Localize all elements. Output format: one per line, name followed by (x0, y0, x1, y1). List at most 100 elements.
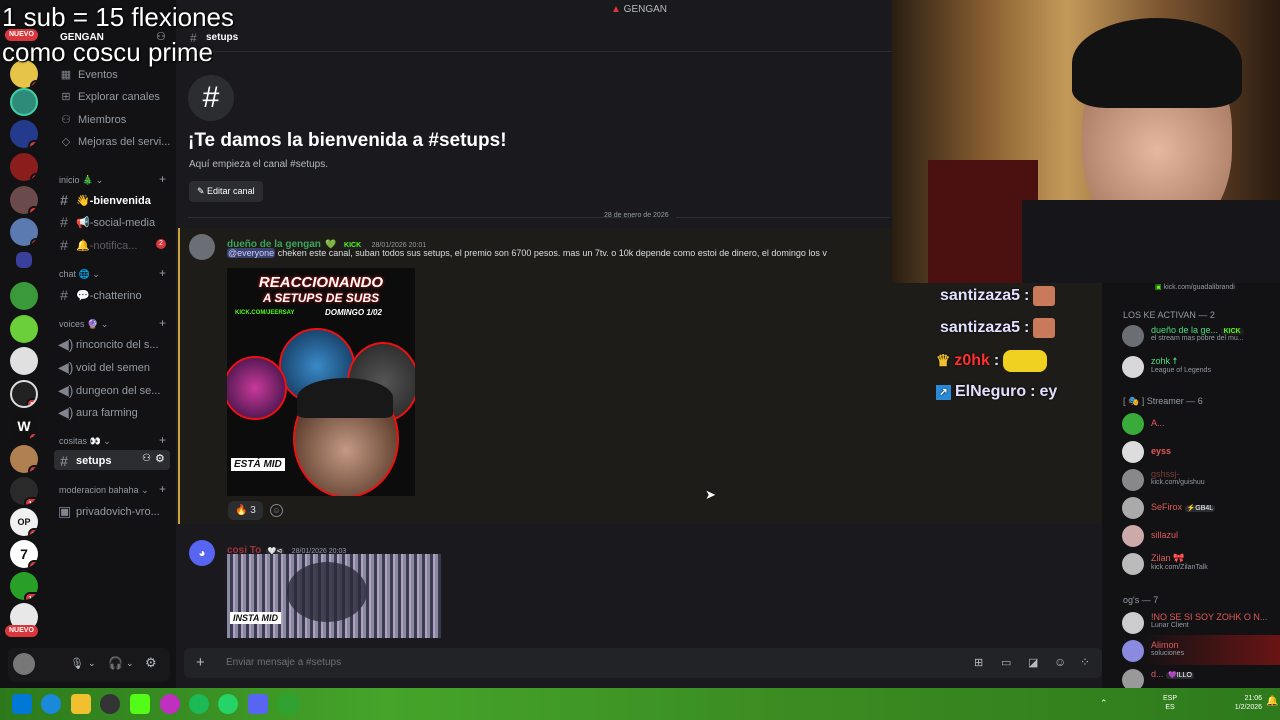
server-icon[interactable]: 100 (10, 477, 38, 505)
streamer-shirt (1022, 200, 1280, 283)
server-icon[interactable]: 2 (10, 153, 38, 181)
server-icon[interactable]: 716 (10, 540, 38, 568)
discord-icon[interactable] (248, 694, 268, 714)
chat-overlay-message: ↗ ElNeguro : ey (936, 383, 1057, 401)
member-item[interactable]: zohk ☨ League of Legends (1122, 356, 1211, 378)
server-icon[interactable] (10, 347, 38, 375)
add-channel-icon[interactable]: + (159, 316, 166, 330)
category-inicio[interactable]: inicio 🎄 ⌄ (59, 175, 103, 186)
language-indicator[interactable]: ESP ES (1163, 694, 1177, 712)
headphones-icon[interactable]: 🎧 (108, 656, 123, 670)
tray-chevron-icon[interactable]: ⌃ (1100, 698, 1108, 709)
windows-start-icon[interactable] (12, 694, 32, 714)
avatar[interactable] (189, 234, 215, 260)
server-icon[interactable]: 46 (10, 186, 38, 214)
chevron-down-icon[interactable]: ⌄ (126, 658, 134, 669)
category-chat[interactable]: chat 🌐 ⌄ (59, 269, 100, 280)
folder-icon[interactable] (16, 252, 32, 268)
user-avatar[interactable] (13, 653, 35, 675)
welcome-title: ¡Te damos la bienvenida a #setups! (188, 130, 507, 151)
server-icon[interactable] (10, 88, 38, 116)
nav-members[interactable]: ⚇ Miembros (60, 113, 126, 127)
whatsapp-icon[interactable] (218, 694, 238, 714)
server-icon[interactable] (10, 282, 38, 310)
member-item[interactable]: eyss (1122, 441, 1171, 463)
channel-social-media[interactable]: # 📢-social-media (58, 214, 170, 230)
server-icon[interactable]: 149 (10, 572, 38, 600)
member-item[interactable]: A... (1122, 413, 1165, 435)
steam-icon[interactable] (100, 694, 120, 714)
clock[interactable]: 21:06 1/2/2026 (1226, 694, 1262, 712)
file-explorer-icon[interactable] (71, 694, 91, 714)
app-icon[interactable] (160, 694, 180, 714)
server-icon[interactable]: 2 (10, 218, 38, 246)
add-reaction-icon[interactable]: ☺ (270, 504, 283, 517)
message-input[interactable]: Enviar mensaje a #setups (226, 657, 341, 668)
member-item[interactable]: Zilan 🎀 kick.com/ZilanTalk (1122, 553, 1208, 575)
member-item[interactable]: SeFirox ⚡GB4L (1122, 497, 1216, 519)
add-channel-icon[interactable]: + (159, 482, 166, 496)
server-rail: NUEVO 1 20 2 46 2 56 W37 22 100 OP72 716… (0, 0, 48, 688)
server-icon[interactable]: OP72 (10, 508, 38, 536)
server-icon[interactable]: 20 (10, 120, 38, 148)
avatar[interactable]: ◕ (189, 540, 215, 566)
add-channel-icon[interactable]: + (159, 266, 166, 280)
channel-chatterino[interactable]: # 💬-chatterino (58, 287, 170, 303)
invite-icon[interactable]: ⚇ (142, 453, 151, 464)
new-badge: NUEVO (5, 625, 38, 637)
attach-plus-icon[interactable]: + (196, 654, 205, 671)
edge-icon[interactable] (41, 694, 61, 714)
channel-privadovich[interactable]: ▣ privadovich-vro... (58, 503, 170, 520)
emoji-icon[interactable]: ☺ (1054, 655, 1066, 669)
member-item[interactable]: !NO SE SI SOY ZOHK O N... Lunar Client (1122, 612, 1267, 634)
voice-channel-aura[interactable]: ◀) aura farming (58, 404, 170, 421)
member-item[interactable]: dueño de la ge... KICK el stream mas pobr… (1122, 325, 1244, 347)
nav-server-boosts[interactable]: ◇ Mejoras del servi... (60, 135, 171, 149)
voice-channel-rinconcito[interactable]: ◀) rinconcito del s... (58, 336, 170, 353)
gift-icon[interactable]: ⊞ (974, 656, 983, 669)
chat-overlay-message: santizaza5 : (940, 286, 1056, 306)
badge-icon: ↗ (936, 384, 951, 400)
message-composer[interactable]: + Enviar mensaje a #setups ⊞ ▭ ◪ ☺ ⁘ (184, 648, 1102, 678)
spotify-icon[interactable] (189, 694, 209, 714)
emote-icon (1033, 318, 1056, 338)
notification-icon[interactable]: 🔔 (1266, 696, 1278, 707)
app-icon[interactable] (278, 694, 298, 714)
voice-channel-dungeon[interactable]: ◀) dungeon del se... (58, 382, 170, 399)
member-item[interactable]: Alimon soluciones (1122, 640, 1184, 662)
member-item[interactable]: sillazul (1122, 525, 1178, 547)
category-cositas[interactable]: cositas 👀 ⌄ (59, 436, 111, 447)
category-voices[interactable]: voices 🔮 ⌄ (59, 319, 108, 330)
everyone-mention[interactable]: @everyone (227, 248, 276, 258)
channel-notificaciones[interactable]: # 🔔-notifica... (58, 237, 170, 253)
reaction-button[interactable]: 🔥 3 (228, 501, 263, 520)
settings-gear-icon[interactable]: ⚙ (145, 655, 157, 671)
attachment-image[interactable]: INSTA MID (227, 554, 441, 638)
webcam-feed (892, 0, 1280, 283)
attachment-image[interactable]: REACCIONANDO A SETUPS DE SUBS DOMINGO 1/… (227, 268, 415, 496)
microphone-icon[interactable]: 🎙 (70, 657, 84, 670)
add-channel-icon[interactable]: + (159, 172, 166, 186)
server-icon[interactable]: 22 (10, 445, 38, 473)
member-item[interactable]: gshssj-kick.com/guishuu (1122, 469, 1205, 491)
nav-events[interactable]: ▦ Eventos (60, 68, 118, 82)
voice-channel-void[interactable]: ◀) void del semen (58, 359, 170, 376)
sticker-icon[interactable]: ◪ (1028, 656, 1038, 669)
server-icon[interactable]: W37 (10, 412, 38, 440)
speaker-icon: ◀) (58, 382, 74, 398)
apps-icon[interactable]: ⁘ (1080, 655, 1090, 669)
date-divider: 28 de enero de 2026 (604, 212, 669, 219)
channel-bienvenida[interactable]: # 👋-bienvenida (58, 192, 170, 208)
hash-icon: # (60, 453, 68, 469)
category-moderacion[interactable]: moderacion bahaha ⌄ (59, 485, 149, 496)
edit-channel-button[interactable]: ✎ Editar canal (189, 181, 263, 202)
server-icon[interactable]: 56 (10, 380, 38, 408)
add-channel-icon[interactable]: + (159, 433, 166, 447)
server-icon[interactable] (10, 315, 38, 343)
kick-icon[interactable] (130, 694, 150, 714)
gif-icon[interactable]: ▭ (1001, 656, 1011, 669)
nav-browse-channels[interactable]: ⊞ Explorar canales (60, 90, 160, 104)
chevron-down-icon[interactable]: ⌄ (88, 658, 96, 669)
settings-gear-icon[interactable]: ⚙ (155, 452, 165, 465)
channel-setups[interactable]: # setups (58, 453, 170, 469)
